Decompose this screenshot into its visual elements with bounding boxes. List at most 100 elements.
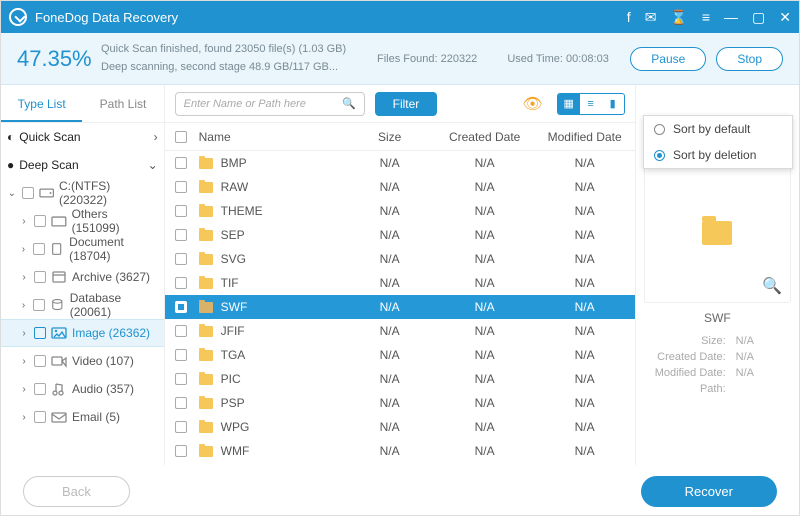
close-icon[interactable]: ✕ [779,9,791,26]
checkbox[interactable] [33,299,45,311]
file-size: N/A [345,444,435,458]
recover-button[interactable]: Recover [641,476,777,507]
file-modified: N/A [535,372,635,386]
chevron-right-icon[interactable]: › [19,412,29,423]
checkbox[interactable] [33,243,45,255]
checkbox[interactable] [22,187,34,199]
checkbox[interactable] [175,301,187,313]
tab-type-list[interactable]: Type List [1,85,82,122]
search-input[interactable]: Enter Name or Path here 🔍 [175,92,365,116]
stop-button[interactable]: Stop [716,47,783,71]
titlebar: FoneDog Data Recovery f ✉ ⌛ ≡ — ▢ ✕ [1,1,799,33]
chevron-right-icon[interactable]: › [19,272,29,283]
chevron-down-icon[interactable]: ⌄ [7,188,17,199]
clock-icon: ● [7,158,14,172]
minimize-icon[interactable]: — [724,9,738,25]
table-row[interactable]: PSPN/AN/AN/A [165,391,635,415]
table-row[interactable]: SEPN/AN/AN/A [165,223,635,247]
table-row[interactable]: SVGN/AN/AN/A [165,247,635,271]
checkbox[interactable] [34,327,46,339]
file-modified: N/A [535,300,635,314]
sort-default[interactable]: Sort by default [644,116,792,142]
back-button[interactable]: Back [23,476,130,507]
checkbox[interactable] [175,229,187,241]
checkbox[interactable] [175,373,187,385]
chevron-right-icon[interactable]: › [19,356,29,367]
folder-icon [199,182,213,193]
checkbox[interactable] [175,349,187,361]
table-row[interactable]: THEMEN/AN/AN/A [165,199,635,223]
table-row[interactable]: RAWN/AN/AN/A [165,175,635,199]
checkbox[interactable] [34,215,46,227]
checkbox[interactable] [175,445,187,457]
facebook-icon[interactable]: f [627,9,631,25]
col-size[interactable]: Size [345,130,435,144]
filter-button[interactable]: Filter [375,92,438,116]
chevron-right-icon[interactable]: › [19,328,29,339]
checkbox[interactable] [175,181,187,193]
database-icon [50,298,65,312]
tab-path-list[interactable]: Path List [82,85,163,122]
col-created[interactable]: Created Date [435,130,535,144]
checkbox[interactable] [175,205,187,217]
table-row[interactable]: PICN/AN/AN/A [165,367,635,391]
chevron-down-icon: ⌄ [148,158,158,172]
tree-others[interactable]: › Others (151099) [1,207,164,235]
chevron-right-icon[interactable]: › [19,216,29,227]
col-modified[interactable]: Modified Date [535,130,635,144]
zoom-icon[interactable]: 🔍 [762,276,782,296]
view-detail-icon[interactable]: ▮ [602,94,624,114]
used-time: Used Time: 00:08:03 [507,53,609,65]
checkbox[interactable] [175,397,187,409]
chevron-right-icon[interactable]: › [19,244,28,255]
tree-database[interactable]: › Database (20061) [1,291,164,319]
tree-audio[interactable]: › Audio (357) [1,375,164,403]
table-row[interactable]: JPEGN/AN/AN/A [165,463,635,465]
tree-archive[interactable]: › Archive (3627) [1,263,164,291]
checkbox[interactable] [175,277,187,289]
status-line-2: Deep scanning, second stage 48.9 GB/117 … [101,59,361,77]
maximize-icon[interactable]: ▢ [752,9,765,26]
checkbox[interactable] [175,157,187,169]
file-modified: N/A [535,276,635,290]
table-row[interactable]: WPGN/AN/AN/A [165,415,635,439]
folder-icon [702,221,732,245]
select-all-checkbox[interactable] [175,131,187,143]
chevron-right-icon[interactable]: › [19,384,29,395]
file-list-panel: Enter Name or Path here 🔍 Filter 👁 ▦ ≡ ▮… [165,85,636,465]
col-name[interactable]: Name [195,130,345,144]
checkbox[interactable] [175,253,187,265]
sort-deletion[interactable]: Sort by deletion [644,142,792,168]
tree-quick-scan[interactable]: ◐ Quick Scan › [1,123,164,151]
checkbox[interactable] [34,411,46,423]
view-list-icon[interactable]: ≡ [580,94,602,114]
table-row[interactable]: SWFN/AN/AN/A [165,295,635,319]
tree-document[interactable]: › Document (18704) [1,235,164,263]
file-modified: N/A [535,180,635,194]
file-name: SEP [221,228,245,242]
table-row[interactable]: TIFN/AN/AN/A [165,271,635,295]
checkbox[interactable] [34,355,46,367]
checkbox[interactable] [175,325,187,337]
table-row[interactable]: WMFN/AN/AN/A [165,439,635,463]
menu-icon[interactable]: ≡ [702,9,710,25]
checkbox[interactable] [175,421,187,433]
checkbox[interactable] [34,383,46,395]
checkbox[interactable] [34,271,46,283]
feedback-icon[interactable]: ✉ [645,9,657,26]
search-icon[interactable]: 🔍 [342,97,356,110]
tree-email[interactable]: › Email (5) [1,403,164,431]
audio-icon [51,382,67,396]
tree-deep-scan[interactable]: ● Deep Scan ⌄ [1,151,164,179]
tree-image[interactable]: › Image (26362) [1,319,164,347]
table-row[interactable]: TGAN/AN/AN/A [165,343,635,367]
chevron-right-icon[interactable]: › [19,300,28,311]
table-row[interactable]: BMPN/AN/AN/A [165,151,635,175]
table-row[interactable]: JFIFN/AN/AN/A [165,319,635,343]
tree-video[interactable]: › Video (107) [1,347,164,375]
preview-toggle-icon[interactable]: 👁 [522,94,542,114]
pause-button[interactable]: Pause [630,47,706,71]
view-grid-icon[interactable]: ▦ [558,94,580,114]
history-icon[interactable]: ⌛ [670,9,687,26]
tree-drive[interactable]: ⌄ C:(NTFS) (220322) [1,179,164,207]
